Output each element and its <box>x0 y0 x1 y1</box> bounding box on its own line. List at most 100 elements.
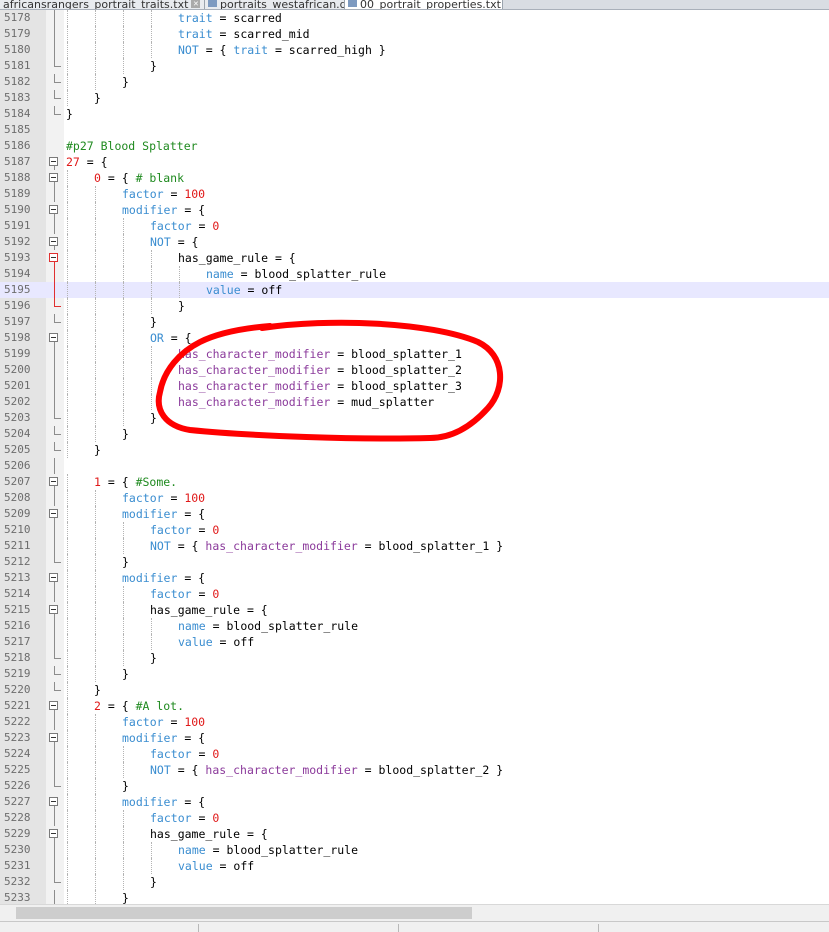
code-line[interactable]: 5182} <box>0 74 829 90</box>
code-line[interactable]: 5186 #p27 Blood Splatter <box>0 138 829 154</box>
fold-minus-icon[interactable] <box>49 573 58 582</box>
fold-minus-icon[interactable] <box>49 605 58 614</box>
tab-portrait-properties[interactable]: 00_portrait_properties.txt✕ <box>345 0 503 9</box>
code-line[interactable]: 5198 OR = { <box>0 330 829 346</box>
code-line[interactable]: 5184} <box>0 106 829 122</box>
code-line[interactable]: 5206 <box>0 458 829 474</box>
fold-margin[interactable] <box>46 202 64 218</box>
fold-minus-icon[interactable] <box>49 237 58 246</box>
code-text: } <box>150 314 157 330</box>
code-line[interactable]: 5189 factor = 100 <box>0 186 829 202</box>
code-line[interactable]: 5232} <box>0 874 829 890</box>
fold-minus-icon[interactable] <box>49 797 58 806</box>
fold-minus-icon[interactable] <box>49 157 58 166</box>
code-line[interactable]: 5223 modifier = { <box>0 730 829 746</box>
code-line[interactable]: 5230 name = blood_splatter_rule <box>0 842 829 858</box>
code-line[interactable]: 5193 has_game_rule = { <box>0 250 829 266</box>
code-line[interactable]: 5209 modifier = { <box>0 506 829 522</box>
code-line[interactable]: 5191 factor = 0 <box>0 218 829 234</box>
code-line[interactable]: 5228 factor = 0 <box>0 810 829 826</box>
code-line[interactable]: 5210 factor = 0 <box>0 522 829 538</box>
fold-margin[interactable] <box>46 474 64 490</box>
code-line[interactable]: 5203} <box>0 410 829 426</box>
code-line[interactable]: 5211 NOT = { has_character_modifier = blo… <box>0 538 829 554</box>
code-line[interactable]: 5229 has_game_rule = { <box>0 826 829 842</box>
code-line[interactable]: 5181} <box>0 58 829 74</box>
code-line[interactable]: 5214 factor = 0 <box>0 586 829 602</box>
indent-guide <box>151 26 152 42</box>
code-line[interactable]: 5202 has_character_modifier = mud_splatte… <box>0 394 829 410</box>
fold-margin <box>46 42 64 58</box>
fold-minus-icon[interactable] <box>49 509 58 518</box>
code-line[interactable]: 5213 modifier = { <box>0 570 829 586</box>
code-line[interactable]: 5220} <box>0 682 829 698</box>
fold-minus-icon[interactable] <box>49 733 58 742</box>
fold-margin[interactable] <box>46 698 64 714</box>
code-line[interactable]: 5178 trait = scarred <box>0 10 829 26</box>
fold-minus-icon[interactable] <box>49 333 58 342</box>
code-token: = { <box>170 235 199 249</box>
close-icon[interactable]: ✕ <box>191 0 201 8</box>
code-line[interactable]: 5227 modifier = { <box>0 794 829 810</box>
code-line[interactable]: 5179 trait = scarred_mid <box>0 26 829 42</box>
code-line[interactable]: 5219} <box>0 666 829 682</box>
fold-margin[interactable] <box>46 570 64 586</box>
tab-label: africansrangers_portrait_traits.txt <box>3 0 189 9</box>
fold-minus-icon[interactable] <box>49 701 58 710</box>
fold-margin[interactable] <box>46 250 64 266</box>
code-line[interactable]: 5226} <box>0 778 829 794</box>
code-line[interactable]: 5188 0 = { # blank <box>0 170 829 186</box>
fold-margin[interactable] <box>46 170 64 186</box>
code-line[interactable]: 5215 has_game_rule = { <box>0 602 829 618</box>
code-line[interactable]: 5197} <box>0 314 829 330</box>
fold-margin[interactable] <box>46 154 64 170</box>
fold-margin[interactable] <box>46 602 64 618</box>
code-editor[interactable]: 5178 trait = scarred 5179 trait = scarred_m… <box>0 10 829 904</box>
code-line[interactable]: 5208 factor = 100 <box>0 490 829 506</box>
fold-margin[interactable] <box>46 730 64 746</box>
code-line[interactable]: 5180 NOT = { trait = scarred_high } <box>0 42 829 58</box>
code-token: factor <box>122 491 164 505</box>
code-line[interactable]: 5217 value = off <box>0 634 829 650</box>
indent-guide <box>95 602 96 618</box>
code-line[interactable]: 5222 factor = 100 <box>0 714 829 730</box>
code-line[interactable]: 5185 <box>0 122 829 138</box>
code-line[interactable]: 5204} <box>0 426 829 442</box>
code-line[interactable]: 5205} <box>0 442 829 458</box>
fold-margin <box>46 426 64 442</box>
tab-portraits-gfx[interactable]: portraits_westafrican.gfx✕ <box>205 0 345 9</box>
fold-minus-icon[interactable] <box>49 205 58 214</box>
code-line[interactable]: 5225 NOT = { has_character_modifier = blo… <box>0 762 829 778</box>
horizontal-scrollbar[interactable] <box>0 904 829 922</box>
code-line[interactable]: 5199 has_character_modifier = blood_splat… <box>0 346 829 362</box>
scrollbar-thumb[interactable] <box>16 907 472 919</box>
fold-minus-icon[interactable] <box>49 173 58 182</box>
fold-minus-icon[interactable] <box>49 253 58 262</box>
code-line[interactable]: 5200 has_character_modifier = blood_splat… <box>0 362 829 378</box>
code-line[interactable]: 5233} <box>0 890 829 904</box>
code-text: has_game_rule = { <box>178 250 296 266</box>
fold-minus-icon[interactable] <box>49 829 58 838</box>
code-line[interactable]: 5221 2 = { #A lot. <box>0 698 829 714</box>
code-line[interactable]: 5212} <box>0 554 829 570</box>
fold-margin[interactable] <box>46 234 64 250</box>
fold-minus-icon[interactable] <box>49 477 58 486</box>
code-line[interactable]: 5187 27 = { <box>0 154 829 170</box>
tab-african-traits[interactable]: africansrangers_portrait_traits.txt ✕ <box>0 0 205 9</box>
code-line[interactable]: 5196} <box>0 298 829 314</box>
fold-margin[interactable] <box>46 794 64 810</box>
code-line[interactable]: 5207 1 = { #Some. <box>0 474 829 490</box>
code-line[interactable]: 5216 name = blood_splatter_rule <box>0 618 829 634</box>
fold-margin[interactable] <box>46 330 64 346</box>
code-line[interactable]: 5192 NOT = { <box>0 234 829 250</box>
code-line[interactable]: 5195 value = off <box>0 282 829 298</box>
code-line[interactable]: 5194 name = blood_splatter_rule <box>0 266 829 282</box>
fold-margin[interactable] <box>46 826 64 842</box>
code-line[interactable]: 5201 has_character_modifier = blood_splat… <box>0 378 829 394</box>
code-line[interactable]: 5231 value = off <box>0 858 829 874</box>
code-line[interactable]: 5190 modifier = { <box>0 202 829 218</box>
code-line[interactable]: 5183} <box>0 90 829 106</box>
fold-margin[interactable] <box>46 506 64 522</box>
code-line[interactable]: 5224 factor = 0 <box>0 746 829 762</box>
code-line[interactable]: 5218} <box>0 650 829 666</box>
